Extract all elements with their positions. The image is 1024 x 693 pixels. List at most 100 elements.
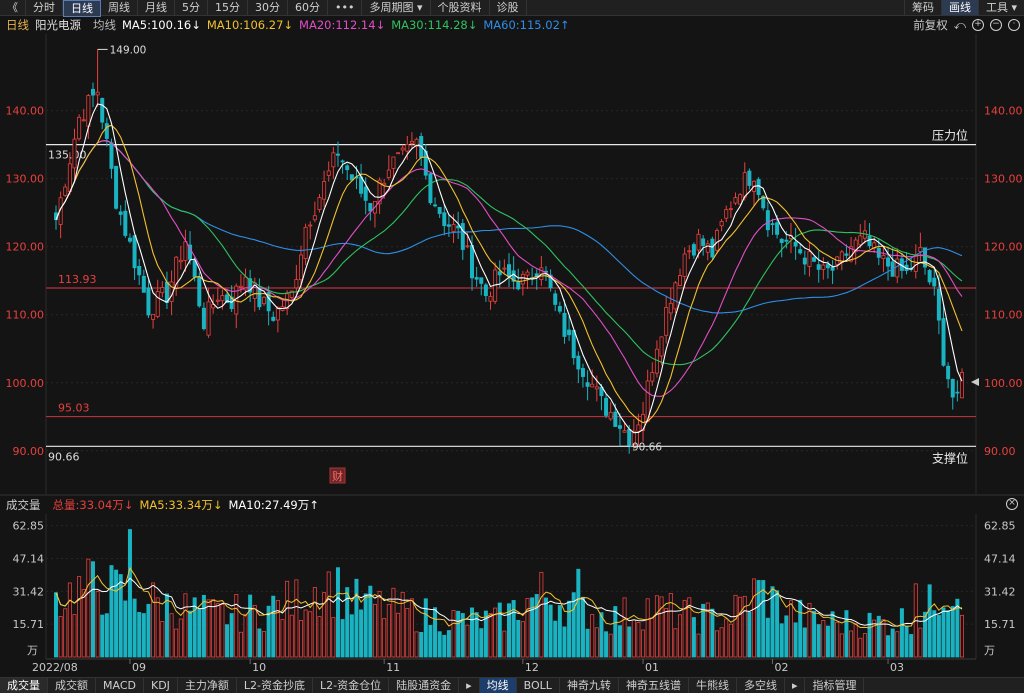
volume-bar-down: [123, 600, 128, 658]
period-tab-7[interactable]: 60分: [288, 0, 328, 15]
indicator-tab-14[interactable]: 多空线: [737, 678, 785, 693]
indicator-tab-15[interactable]: ▸: [785, 678, 806, 693]
candle-down: [137, 265, 142, 276]
volume-bar-up: [853, 623, 858, 658]
volume-bar-up: [67, 582, 72, 658]
indicator-tab-5[interactable]: L2-资金抄底: [237, 678, 314, 693]
volume-bar-down: [941, 607, 946, 658]
volume-bar-down: [100, 614, 105, 658]
period-label: 日线: [6, 18, 29, 32]
volume-bar-down: [137, 611, 142, 658]
volume-bar-up: [409, 598, 414, 658]
zoom-in-icon[interactable]: +: [972, 19, 984, 31]
indicator-tab-16[interactable]: 指标管理: [805, 678, 865, 693]
candle-down: [114, 165, 119, 209]
ma-label[interactable]: 均线: [93, 17, 116, 33]
volume-bar-down: [114, 569, 119, 658]
x-axis-label: 12: [525, 661, 539, 674]
candle-down: [146, 287, 151, 316]
indicator-tab-12[interactable]: 神奇五线谱: [619, 678, 689, 693]
indicator-tab-7[interactable]: 陆股通资金: [389, 678, 460, 693]
period-tab-9[interactable]: 多周期图 ▾: [362, 0, 431, 15]
volume-bar-down: [229, 613, 234, 658]
candle-up: [465, 245, 470, 248]
tool-button-2[interactable]: 工具 ▾: [977, 0, 1024, 15]
period-tab-2[interactable]: 周线: [101, 0, 138, 15]
volume-axis-label-right: 47.14: [984, 552, 1016, 565]
indicator-tab-4[interactable]: 主力净额: [178, 678, 237, 693]
volume-bar-down: [146, 603, 151, 658]
indicator-tab-3[interactable]: KDJ: [144, 678, 178, 693]
candle-down: [428, 173, 433, 204]
volume-bar-up: [654, 595, 659, 658]
volume-bar-up: [326, 571, 331, 658]
period-tab-0[interactable]: 分时: [26, 0, 63, 15]
indicator-tab-0[interactable]: 成交量: [0, 678, 48, 693]
period-tab-8[interactable]: •••: [328, 0, 363, 15]
candle-down: [470, 245, 475, 279]
volume-bar-down: [599, 612, 604, 658]
indicator-tab-11[interactable]: 神奇九转: [560, 678, 619, 693]
volume-bar-down: [127, 529, 132, 658]
indicator-tab-6[interactable]: L2-资金仓位: [313, 678, 390, 693]
period-tab-3[interactable]: 月线: [138, 0, 175, 15]
period-tab-11[interactable]: 诊股: [490, 0, 527, 15]
volume-bar-down: [562, 626, 567, 658]
period-tab-5[interactable]: 15分: [208, 0, 248, 15]
volume-axis-label-left: 62.85: [13, 520, 45, 533]
indicator-tab-13[interactable]: 牛熊线: [689, 678, 737, 693]
zoom-out-icon[interactable]: −: [990, 19, 1002, 31]
tool-button-1[interactable]: 画线: [940, 0, 978, 15]
candle-up: [673, 282, 678, 310]
candle-down: [127, 237, 132, 242]
volume-bar-up: [294, 579, 299, 658]
line-95-03-label: 95.03: [58, 402, 90, 415]
indicator-tab-10[interactable]: BOLL: [517, 678, 560, 693]
undo-icon[interactable]: ⤺: [954, 18, 966, 33]
volume-bar-up: [77, 576, 82, 658]
indicator-tab-1[interactable]: 成交额: [48, 678, 96, 693]
candle-up: [409, 140, 414, 144]
candle-up: [396, 152, 401, 155]
candle-down: [271, 316, 276, 321]
volume-bar-up: [636, 622, 641, 658]
tool-button-0[interactable]: 筹码: [903, 0, 941, 15]
volume-bar-up: [160, 621, 165, 658]
volume-bar-up: [280, 619, 285, 658]
adjust-label[interactable]: 前复权: [913, 17, 948, 33]
volume-bar-up: [839, 633, 844, 658]
period-tab-4[interactable]: 5分: [175, 0, 208, 15]
period-tab-6[interactable]: 30分: [248, 0, 288, 15]
stock-name[interactable]: 阳光电源: [35, 17, 81, 33]
volume-axis-label-right: 62.85: [984, 520, 1016, 533]
x-axis-label: 01: [645, 661, 659, 674]
settings-icon[interactable]: ·: [1008, 19, 1020, 31]
volume-bar-up: [243, 613, 248, 658]
volume-bar-down: [816, 624, 821, 658]
candle-up: [668, 302, 673, 314]
volume-bar-down: [886, 635, 891, 658]
volume-bar-down: [340, 619, 345, 658]
candle-down: [340, 160, 345, 163]
candle-down: [627, 429, 632, 448]
candle-down: [437, 207, 442, 214]
back-icon[interactable]: 《: [0, 0, 26, 15]
candle-down: [585, 382, 590, 387]
indicator-tab-8[interactable]: ▸: [459, 678, 480, 693]
volume-bar-up: [895, 631, 900, 658]
ma20-value: MA20:112.14↓: [299, 18, 386, 32]
low-marker-label: 90.66: [632, 441, 662, 453]
candle-up: [215, 299, 220, 302]
price-axis-label-left: 120.00: [6, 241, 45, 254]
chart-area[interactable]: 140.00 140.00 130.00 130.00 120.00 120.00 110.…: [0, 34, 1024, 677]
volume-bar-down: [784, 615, 789, 658]
indicator-tab-9[interactable]: 均线: [479, 678, 517, 693]
period-tab-1[interactable]: 日线: [63, 0, 101, 17]
volume-bar-up: [645, 598, 650, 658]
volume-bar-up: [590, 614, 595, 658]
indicator-tab-2[interactable]: MACD: [96, 678, 144, 693]
candle-down: [516, 281, 521, 290]
ma60-value: MA60:115.02↑: [483, 18, 570, 32]
period-tab-10[interactable]: 个股资料: [431, 0, 490, 15]
price-axis-label-left: 130.00: [6, 173, 45, 186]
